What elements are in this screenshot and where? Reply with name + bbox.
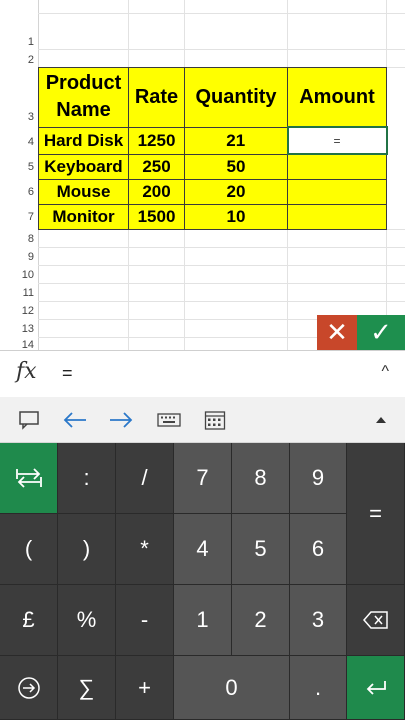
expand-up-icon[interactable]	[366, 397, 396, 442]
row-number[interactable]: 4	[0, 136, 34, 148]
formula-input[interactable]: =	[62, 363, 73, 384]
confirm-entry-button[interactable]: ✓	[357, 315, 405, 350]
switch-keyboard-icon[interactable]	[0, 443, 58, 514]
key-open-paren[interactable]: (	[0, 514, 58, 585]
cancel-entry-button[interactable]: ✕	[317, 315, 357, 350]
left-arrow-icon[interactable]	[58, 397, 92, 442]
key-decimal[interactable]: .	[290, 656, 347, 720]
fx-icon[interactable]: fx	[16, 359, 37, 384]
header-amount[interactable]: Amount	[287, 67, 387, 128]
key-3[interactable]: 3	[290, 585, 347, 656]
cell-rate[interactable]: 1500	[128, 204, 185, 230]
table-row: Monitor 1500 10	[38, 204, 387, 230]
table-row: Mouse 200 20	[38, 179, 387, 205]
cell-product[interactable]: Keyboard	[38, 153, 129, 180]
header-rate[interactable]: Rate	[128, 67, 185, 128]
key-8[interactable]: 8	[232, 443, 290, 514]
spreadsheet-grid[interactable]: 1 2 3 4 5 6 7 8 9 10 11 12 13 14 Product…	[0, 0, 405, 350]
row-number[interactable]: 5	[0, 161, 34, 173]
cell-quantity[interactable]: 21	[184, 126, 288, 155]
row-number[interactable]: 14	[0, 339, 34, 350]
keyboard-icon[interactable]	[152, 397, 186, 442]
header-quantity[interactable]: Quantity	[184, 67, 288, 128]
key-multiply[interactable]: *	[116, 514, 174, 585]
key-0[interactable]: 0	[174, 656, 290, 720]
right-arrow-icon[interactable]	[104, 397, 138, 442]
key-percent[interactable]: %	[58, 585, 116, 656]
cell-edit-text: =	[333, 134, 341, 148]
collapse-formula-icon[interactable]: ^	[381, 363, 389, 381]
numeric-keypad: : / 7 8 9 = ( ) * 4 5 6 £ % - 1 2 3 ∑ + …	[0, 443, 405, 720]
key-6[interactable]: 6	[290, 514, 347, 585]
key-2[interactable]: 2	[232, 585, 290, 656]
key-5[interactable]: 5	[232, 514, 290, 585]
window-icon[interactable]	[12, 397, 46, 442]
cell-quantity[interactable]: 20	[184, 179, 288, 205]
row-number[interactable]: 1	[0, 36, 34, 48]
key-pound[interactable]: £	[0, 585, 58, 656]
active-cell[interactable]: =	[286, 126, 388, 155]
row-number[interactable]: 6	[0, 186, 34, 198]
key-7[interactable]: 7	[174, 443, 232, 514]
cell-amount[interactable]	[287, 153, 387, 180]
product-table: Product Name Rate Quantity Amount Hard D…	[38, 67, 388, 230]
backspace-icon[interactable]	[347, 585, 405, 656]
calendar-icon[interactable]	[198, 397, 232, 442]
row-header-column: 1 2 3 4 5 6 7 8 9 10 11 12 13 14	[0, 0, 39, 350]
row-number[interactable]: 13	[0, 323, 34, 335]
table-row: Keyboard 250 50	[38, 153, 387, 180]
cell-quantity[interactable]: 10	[184, 204, 288, 230]
row-number[interactable]: 11	[0, 287, 34, 299]
key-close-paren[interactable]: )	[58, 514, 116, 585]
table-row: Hard Disk 1250 21 =	[38, 126, 388, 155]
header-product-name[interactable]: Product Name	[38, 67, 129, 128]
row-number[interactable]: 12	[0, 305, 34, 317]
cell-quantity[interactable]: 50	[184, 153, 288, 180]
key-colon[interactable]: :	[58, 443, 116, 514]
row-number[interactable]: 10	[0, 269, 34, 281]
cell-rate[interactable]: 250	[128, 153, 185, 180]
row-number[interactable]: 8	[0, 233, 34, 245]
key-sum[interactable]: ∑	[58, 656, 116, 720]
key-4[interactable]: 4	[174, 514, 232, 585]
navigate-icon[interactable]	[0, 656, 58, 720]
key-equals[interactable]: =	[347, 443, 405, 585]
key-1[interactable]: 1	[174, 585, 232, 656]
cell-rate[interactable]: 1250	[128, 126, 185, 155]
cell-product[interactable]: Mouse	[38, 179, 129, 205]
keyboard-toolbar	[0, 397, 405, 443]
key-9[interactable]: 9	[290, 443, 347, 514]
key-minus[interactable]: -	[116, 585, 174, 656]
key-slash[interactable]: /	[116, 443, 174, 514]
row-number[interactable]: 3	[0, 111, 34, 123]
row-number[interactable]: 7	[0, 211, 34, 223]
cell-product[interactable]: Hard Disk	[38, 126, 129, 155]
key-plus[interactable]: +	[116, 656, 174, 720]
row-number[interactable]: 9	[0, 251, 34, 263]
cell-amount[interactable]	[287, 179, 387, 205]
formula-bar[interactable]: fx = ^	[0, 350, 405, 398]
cell-rate[interactable]: 200	[128, 179, 185, 205]
cell-amount[interactable]	[287, 204, 387, 230]
row-number[interactable]: 2	[0, 54, 34, 66]
enter-icon[interactable]	[347, 656, 405, 720]
cell-product[interactable]: Monitor	[38, 204, 129, 230]
